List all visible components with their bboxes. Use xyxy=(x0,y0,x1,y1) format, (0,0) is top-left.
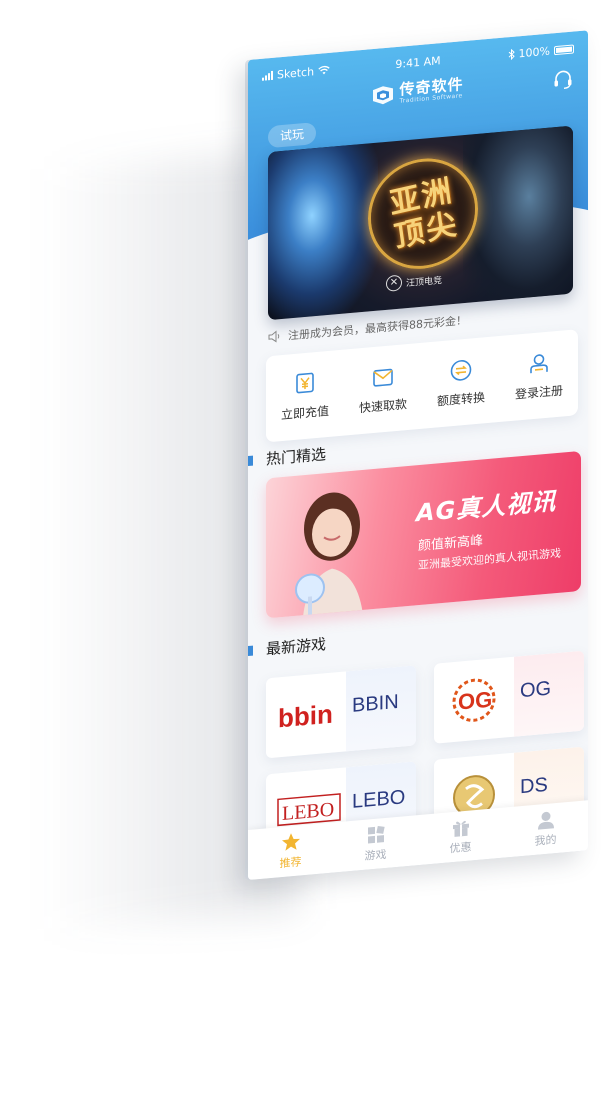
logo-mark-icon xyxy=(373,86,394,105)
game-card-bbin[interactable]: bbin BBIN xyxy=(266,665,416,759)
promo-subtitle: 颜值新高峰 xyxy=(418,533,484,555)
app-logo: 传奇软件 Tradition Software xyxy=(372,75,464,108)
quick-action-withdraw[interactable]: 快速取款 xyxy=(359,363,407,416)
quick-action-label: 快速取款 xyxy=(358,396,407,415)
star-icon xyxy=(281,833,300,851)
tab-profile[interactable]: 我的 xyxy=(516,807,576,850)
svg-text:LEBO: LEBO xyxy=(282,798,334,825)
banner-badge: ✕ 汪顶电竞 xyxy=(386,271,442,292)
tab-label: 我的 xyxy=(534,833,557,848)
withdraw-envelope-icon xyxy=(373,368,393,387)
section-title-latest: 最新游戏 xyxy=(266,635,327,659)
tab-label: 推荐 xyxy=(279,855,302,871)
quick-action-recharge[interactable]: 立即充值 xyxy=(281,369,329,422)
tab-promotions[interactable]: 优惠 xyxy=(431,815,491,858)
bbin-logo: bbin xyxy=(278,699,333,734)
tab-label: 游戏 xyxy=(364,847,387,863)
game-name: OG xyxy=(520,677,552,703)
grid-icon xyxy=(367,826,385,844)
banner-badge-text: 汪顶电竞 xyxy=(406,275,443,289)
user-icon xyxy=(537,811,554,830)
banner-hero-left xyxy=(268,142,378,321)
exchange-icon xyxy=(450,359,472,381)
promo-model-image xyxy=(295,492,364,619)
customer-service-icon[interactable] xyxy=(552,67,574,91)
user-login-icon xyxy=(530,353,548,373)
bluetooth-icon xyxy=(508,48,515,60)
status-right: 100% xyxy=(508,42,574,61)
quick-action-label: 立即充值 xyxy=(280,403,329,422)
tab-label: 优惠 xyxy=(449,840,472,856)
banner-badge-icon: ✕ xyxy=(386,274,402,292)
tab-recommend[interactable]: 推荐 xyxy=(261,830,321,873)
battery-percent: 100% xyxy=(518,44,550,60)
banner-hero-right xyxy=(463,125,573,304)
og-logo: OG xyxy=(452,678,496,722)
promo-heading: AG真人视讯 xyxy=(416,487,557,528)
svg-text:bbin: bbin xyxy=(278,699,333,734)
quick-action-label: 额度转换 xyxy=(436,389,485,408)
phone-screen: Sketch 9:41 AM 100% 传奇软件 Tradition Softw… xyxy=(248,30,588,881)
svg-text:OG: OG xyxy=(458,687,492,715)
yuan-card-icon xyxy=(296,372,314,393)
quick-actions: 立即充值 快速取款 额度转换 登录注册 xyxy=(266,329,578,443)
quick-action-exchange[interactable]: 额度转换 xyxy=(437,356,485,409)
section-marker xyxy=(248,455,253,466)
quick-action-label: 登录注册 xyxy=(514,382,563,402)
game-card-og[interactable]: OG OG xyxy=(434,650,584,744)
speaker-icon xyxy=(268,330,280,343)
battery-icon xyxy=(554,43,574,55)
section-marker xyxy=(248,645,253,656)
quick-action-login[interactable]: 登录注册 xyxy=(515,349,563,402)
logo-text: 传奇软件 Tradition Software xyxy=(399,75,463,106)
game-name: DS xyxy=(520,773,548,799)
game-name: LEBO xyxy=(352,786,406,813)
tab-games[interactable]: 游戏 xyxy=(346,822,406,865)
game-name: BBIN xyxy=(352,690,399,717)
promo-banner-ag[interactable]: AG真人视讯 颜值新高峰 亚洲最受欢迎的真人视讯游戏 xyxy=(266,450,581,619)
hero-banner[interactable]: 亚洲 顶尖 ✕ 汪顶电竞 xyxy=(268,125,573,321)
section-title-hot: 热门精选 xyxy=(266,445,327,469)
gift-icon xyxy=(452,820,469,837)
